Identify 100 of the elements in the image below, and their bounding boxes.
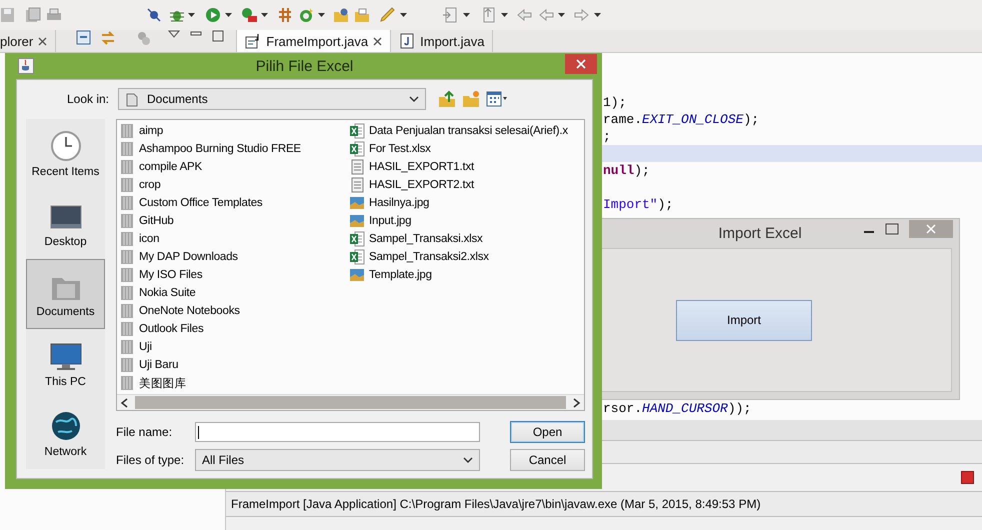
file-item[interactable]: icon <box>119 230 349 248</box>
file-item[interactable]: Ashampoo Burning Studio FREE <box>119 140 349 158</box>
file-item[interactable]: Hasilnya.jpg <box>349 194 584 212</box>
view-menu-icon[interactable] <box>168 30 180 38</box>
monitor-icon <box>50 342 82 372</box>
collapse-all-icon[interactable] <box>76 30 92 46</box>
print-icon[interactable] <box>46 7 62 23</box>
caret-icon[interactable] <box>400 13 407 17</box>
spreadsheet-icon <box>349 249 365 265</box>
folder-icon <box>119 357 135 373</box>
file-item[interactable]: compile APK <box>119 158 349 176</box>
file-item[interactable]: For Test.xlsx <box>349 140 584 158</box>
code-line: Import"); <box>603 197 674 212</box>
caret-icon[interactable] <box>225 13 232 17</box>
view-list-icon[interactable] <box>486 91 508 107</box>
file-item[interactable]: Uji <box>119 338 349 356</box>
run-icon[interactable] <box>205 7 221 23</box>
external-tools-icon[interactable] <box>241 7 257 23</box>
place-item[interactable]: Network <box>26 399 105 469</box>
file-item[interactable]: Sampel_Transaksi2.xlsx <box>349 248 584 266</box>
open-button[interactable]: Open <box>510 421 585 443</box>
dialog-title: Pilih File Excel <box>256 58 354 74</box>
spreadsheet-icon <box>349 123 365 139</box>
close-icon <box>926 224 936 234</box>
chevron-down-icon <box>463 457 473 463</box>
file-item[interactable]: Template.jpg <box>349 266 584 284</box>
folder-icon <box>119 375 135 391</box>
editor-tab[interactable]: FrameImport.java <box>236 30 392 52</box>
file-item[interactable]: Uji Baru <box>119 356 349 374</box>
cancel-button[interactable]: Cancel <box>510 449 585 471</box>
folder-icon <box>119 249 135 265</box>
clock-icon <box>50 130 82 162</box>
place-item[interactable]: Recent Items <box>26 119 105 189</box>
caret-icon[interactable] <box>463 13 470 17</box>
file-item[interactable]: Nokia Suite <box>119 284 349 302</box>
maximize-icon[interactable] <box>212 30 224 42</box>
file-item[interactable]: Input.jpg <box>349 212 584 230</box>
close-button[interactable] <box>909 220 953 238</box>
caret-icon[interactable] <box>558 13 565 17</box>
folder-icon[interactable] <box>354 7 370 23</box>
save-all-icon[interactable] <box>25 7 41 23</box>
java-file-icon <box>399 33 416 49</box>
code-line: 1); <box>603 95 626 110</box>
file-item[interactable]: HASIL_EXPORT1.txt <box>349 158 584 176</box>
caret-icon[interactable] <box>594 13 601 17</box>
files-of-type-label: Files of type: <box>116 453 186 467</box>
close-icon[interactable] <box>373 36 382 46</box>
code-line: null); <box>603 163 650 178</box>
place-item[interactable]: Documents <box>26 259 105 329</box>
file-item[interactable]: Custom Office Templates <box>119 194 349 212</box>
spreadsheet-icon <box>349 231 365 247</box>
code-line: ; <box>603 129 611 144</box>
caret-icon[interactable] <box>261 13 268 17</box>
file-item[interactable]: crop <box>119 176 349 194</box>
skip-breakpoints-icon[interactable] <box>146 7 162 23</box>
folder-icon <box>119 231 135 247</box>
horizontal-scrollbar[interactable] <box>117 394 584 410</box>
close-icon <box>576 59 586 69</box>
explorer-tab[interactable]: plorer <box>0 30 56 52</box>
annotation-down-icon[interactable] <box>442 7 458 23</box>
grid-icon[interactable] <box>277 7 293 23</box>
look-in-dropdown[interactable]: Documents <box>118 88 426 110</box>
caret-icon[interactable] <box>318 13 325 17</box>
java-class-icon <box>245 33 262 49</box>
close-button[interactable] <box>565 54 597 74</box>
folder-icon <box>119 159 135 175</box>
folder-icon[interactable] <box>333 7 349 23</box>
file-item[interactable]: 美图图库 <box>119 374 349 392</box>
file-item[interactable]: OneNote Notebooks <box>119 302 349 320</box>
java-cup-icon <box>18 58 34 74</box>
minimize-icon[interactable] <box>190 30 202 38</box>
file-name-field[interactable] <box>195 422 480 442</box>
folder-icon <box>119 213 135 229</box>
up-folder-icon[interactable] <box>438 90 456 108</box>
file-item[interactable]: My DAP Downloads <box>119 248 349 266</box>
file-item[interactable]: GitHub <box>119 212 349 230</box>
caret-icon[interactable] <box>188 13 195 17</box>
import-button[interactable]: Import <box>676 300 812 340</box>
file-item[interactable]: My ISO Files <box>119 266 349 284</box>
maximize-icon[interactable] <box>885 223 899 235</box>
folder-icon <box>119 195 135 211</box>
close-icon[interactable] <box>38 36 48 46</box>
link-arrows-icon[interactable] <box>100 30 116 46</box>
file-item[interactable]: HASIL_EXPORT2.txt <box>349 176 584 194</box>
file-item[interactable]: aimp <box>119 122 349 140</box>
file-item[interactable]: Outlook Files <box>119 320 349 338</box>
file-type-dropdown[interactable]: All Files <box>195 449 480 471</box>
chevron-down-icon <box>409 96 419 102</box>
place-item[interactable]: Desktop <box>26 189 105 259</box>
globe-icon <box>50 410 82 442</box>
file-item[interactable]: Data Penjualan transaksi selesai(Arief).x <box>349 122 584 140</box>
file-item[interactable]: Sampel_Transaksi.xlsx <box>349 230 584 248</box>
image-file-icon <box>349 267 365 283</box>
caret-icon[interactable] <box>501 13 508 17</box>
back-edit-icon[interactable] <box>516 7 532 23</box>
folder-icon <box>119 303 135 319</box>
pencil-icon[interactable] <box>379 7 395 23</box>
place-item[interactable]: This PC <box>26 329 105 399</box>
code-line: rame.EXIT_ON_CLOSE); <box>603 112 760 127</box>
folder-icon <box>119 285 135 301</box>
